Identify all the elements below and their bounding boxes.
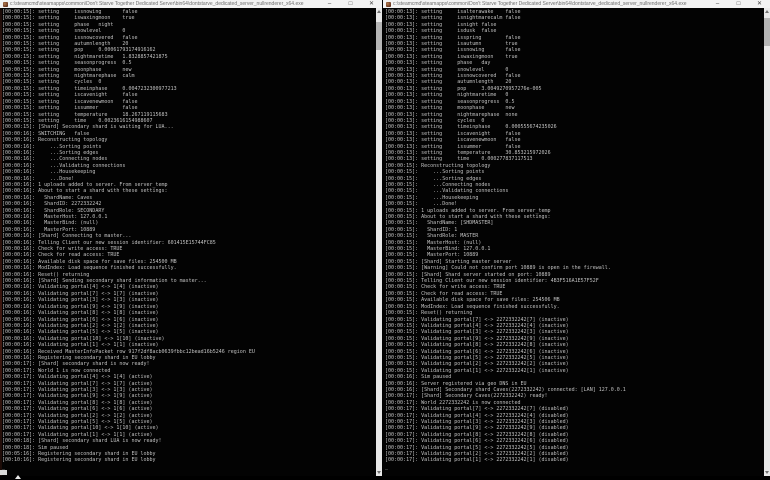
console-window-secondary-caves: c:\steamcmd\steamapps\common\Don't Starv… bbox=[0, 0, 382, 476]
console-log-text: [00:00:13]: setting isalterawake false [… bbox=[383, 8, 764, 470]
minimize-button[interactable]: – bbox=[319, 0, 340, 8]
console-output-area[interactable]: [00:00:15]: setting issnowing false [00:… bbox=[0, 8, 376, 476]
titlebar[interactable]: c:\steamcmd\steamapps\common\Don't Starv… bbox=[383, 0, 770, 8]
scroll-down-arrow-icon[interactable] bbox=[764, 469, 770, 476]
scroll-up-arrow-icon[interactable] bbox=[764, 8, 770, 15]
window-edge-artifact bbox=[0, 8, 2, 476]
minimize-button[interactable]: – bbox=[707, 0, 728, 8]
scrollbar-thumb[interactable] bbox=[376, 22, 382, 50]
vertical-scrollbar[interactable] bbox=[764, 8, 770, 476]
scroll-down-arrow-icon[interactable] bbox=[376, 469, 382, 476]
window-title: c:\steamcmd\steamapps\common\Don't Starv… bbox=[10, 0, 319, 8]
window-controls: – □ ✕ bbox=[707, 0, 770, 8]
maximize-button[interactable]: □ bbox=[728, 0, 749, 8]
scroll-up-arrow-icon[interactable] bbox=[376, 8, 382, 15]
titlebar[interactable]: c:\steamcmd\steamapps\common\Don't Starv… bbox=[0, 0, 382, 8]
window-controls: – □ ✕ bbox=[319, 0, 382, 8]
scrollbar-thumb[interactable] bbox=[764, 18, 770, 46]
close-button[interactable]: ✕ bbox=[749, 0, 770, 8]
vertical-scrollbar[interactable] bbox=[376, 8, 382, 476]
window-title: c:\steamcmd\steamapps\common\Don't Starv… bbox=[393, 0, 707, 8]
console-window-master: c:\steamcmd\steamapps\common\Don't Starv… bbox=[383, 0, 770, 476]
horizontal-scroll-nub[interactable] bbox=[0, 470, 7, 475]
console-log-text: [00:00:15]: setting issnowing false [00:… bbox=[0, 8, 376, 470]
close-button[interactable]: ✕ bbox=[361, 0, 382, 8]
console-output-area[interactable]: [00:00:13]: setting isalterawake false [… bbox=[383, 8, 764, 476]
taskbar-peek-caret-icon[interactable] bbox=[15, 475, 21, 479]
app-icon bbox=[386, 2, 391, 7]
app-icon bbox=[3, 2, 8, 7]
maximize-button[interactable]: □ bbox=[340, 0, 361, 8]
